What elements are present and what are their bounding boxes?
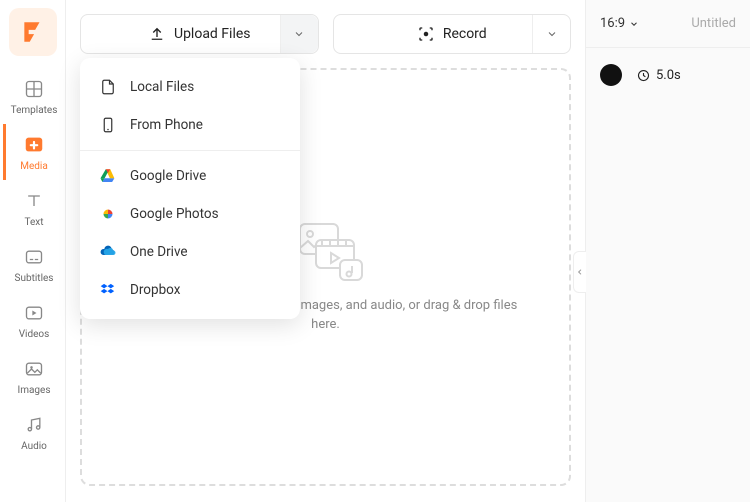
sidebar-label: Templates: [11, 105, 58, 116]
dd-label: Local Files: [130, 79, 194, 95]
chevron-down-icon: [629, 19, 639, 29]
aspect-ratio-selector[interactable]: 16:9: [600, 16, 639, 31]
text-icon: [21, 188, 47, 214]
logo-icon: [20, 19, 46, 45]
upload-option-google-photos[interactable]: Google Photos: [80, 195, 300, 233]
record-label: Record: [443, 26, 487, 42]
dd-label: Google Photos: [130, 206, 219, 222]
google-drive-icon: [98, 166, 118, 186]
timeline-clip[interactable]: 5.0s: [586, 48, 750, 102]
app-logo[interactable]: [9, 8, 57, 56]
sidebar-item-images[interactable]: Images: [3, 348, 63, 404]
dropbox-icon: [98, 280, 118, 300]
sidebar-label: Videos: [19, 329, 50, 340]
upload-dropdown: Local Files From Phone Google Drive Goog: [80, 58, 300, 319]
upload-option-from-phone[interactable]: From Phone: [80, 106, 300, 144]
app-root: Templates Media Text Subtitles Videos: [0, 0, 750, 502]
upload-option-google-drive[interactable]: Google Drive: [80, 157, 300, 195]
dd-label: From Phone: [130, 117, 203, 133]
upload-option-dropbox[interactable]: Dropbox: [80, 271, 300, 309]
sidebar-label: Text: [24, 217, 43, 228]
chevron-down-icon: [293, 28, 305, 40]
right-panel: 16:9 Untitled 5.0s: [585, 0, 750, 502]
project-title[interactable]: Untitled: [691, 16, 736, 31]
sidebar-label: Media: [20, 161, 48, 172]
upload-files-button[interactable]: Upload Files: [80, 14, 319, 54]
sidebar-item-templates[interactable]: Templates: [3, 68, 63, 124]
sidebar-label: Audio: [21, 441, 47, 452]
sidebar-item-videos[interactable]: Videos: [3, 292, 63, 348]
clip-thumbnail: [600, 64, 622, 86]
dd-label: Google Drive: [130, 168, 206, 184]
upload-option-one-drive[interactable]: One Drive: [80, 233, 300, 271]
templates-icon: [21, 76, 47, 102]
sidebar-item-subtitles[interactable]: Subtitles: [3, 236, 63, 292]
subtitles-icon: [21, 244, 47, 270]
upload-dropdown-toggle[interactable]: [280, 15, 318, 53]
sidebar-label: Images: [17, 385, 50, 396]
right-panel-header: 16:9 Untitled: [586, 0, 750, 48]
upload-option-local-files[interactable]: Local Files: [80, 68, 300, 106]
duration-value: 5.0s: [656, 68, 681, 83]
google-photos-icon: [98, 204, 118, 224]
collapse-right-panel[interactable]: [573, 251, 586, 293]
sidebar: Templates Media Text Subtitles Videos: [0, 0, 66, 502]
main-panel: Upload Files Record: [66, 0, 585, 502]
clip-duration: 5.0s: [636, 68, 681, 83]
sidebar-label: Subtitles: [15, 273, 54, 284]
images-icon: [21, 356, 47, 382]
videos-icon: [21, 300, 47, 326]
record-button[interactable]: Record: [333, 14, 572, 54]
dropdown-separator: [80, 150, 300, 151]
clock-icon: [636, 68, 651, 83]
toolbar: Upload Files Record: [80, 14, 571, 54]
upload-icon: [148, 25, 166, 43]
record-icon: [417, 25, 435, 43]
ratio-value: 16:9: [600, 16, 625, 31]
phone-icon: [98, 115, 118, 135]
dd-label: One Drive: [130, 244, 188, 260]
sidebar-item-audio[interactable]: Audio: [3, 404, 63, 460]
file-icon: [98, 77, 118, 97]
chevron-down-icon: [546, 28, 558, 40]
upload-label: Upload Files: [174, 26, 251, 42]
media-icon: [21, 132, 47, 158]
record-dropdown-toggle[interactable]: [532, 15, 570, 53]
chevron-left-icon: [576, 267, 584, 277]
audio-icon: [21, 412, 47, 438]
sidebar-item-media[interactable]: Media: [3, 124, 63, 180]
sidebar-item-text[interactable]: Text: [3, 180, 63, 236]
onedrive-icon: [98, 242, 118, 262]
dd-label: Dropbox: [130, 282, 180, 298]
